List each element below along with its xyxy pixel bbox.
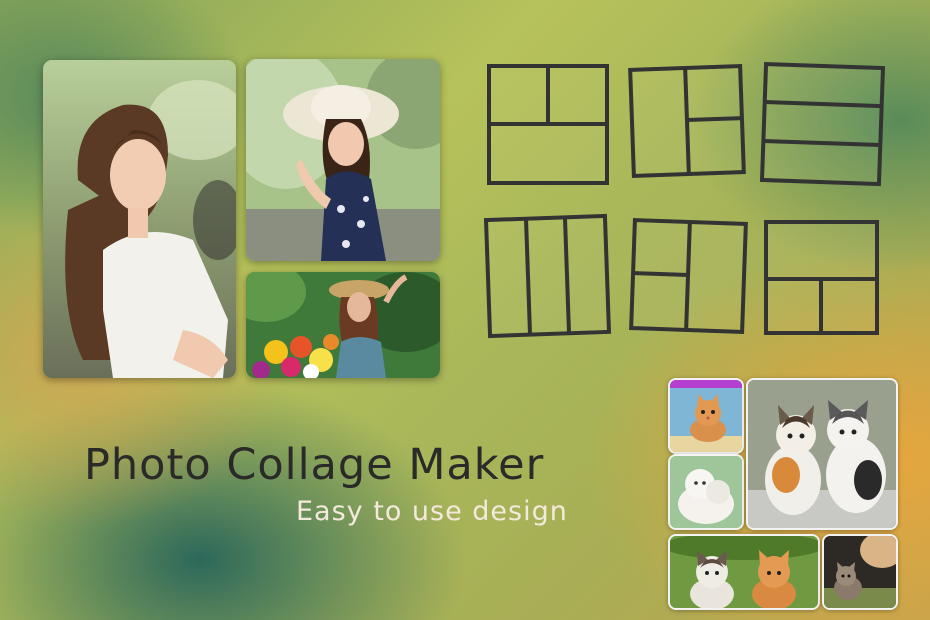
collage-photo-large [43,60,236,378]
layout-template-three-columns[interactable] [483,213,612,339]
layout-template-two-left-one-right[interactable] [629,218,748,334]
kitten-photo-calico-pair [746,378,898,530]
kitten-photo-with-dog [822,534,898,610]
layout-template-three-rows[interactable] [759,61,886,187]
banner-subtitle: Easy to use design [296,496,568,527]
layout-template-two-top-one-bottom[interactable] [487,64,609,185]
layout-template-one-left-two-right[interactable] [628,64,746,178]
collage-photo-hat [246,59,440,261]
banner-title: Photo Collage Maker [84,440,545,490]
kitten-photo-grass-pair [668,534,820,610]
collage-photo-flowers [246,272,440,378]
layout-template-one-top-two-bottom[interactable] [764,220,879,335]
kitten-photo-white [668,454,744,530]
kitten-photo-orange [668,378,744,454]
layout-templates-grid [483,61,886,339]
